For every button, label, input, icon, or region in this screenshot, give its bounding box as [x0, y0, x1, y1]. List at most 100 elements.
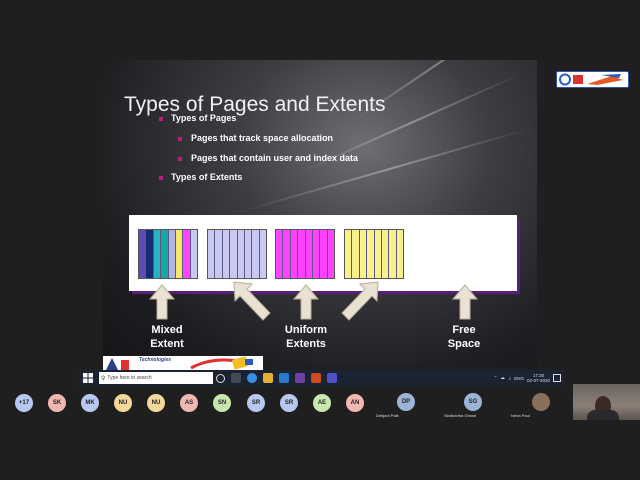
participant-avatar[interactable]: AN — [346, 394, 364, 412]
bullet-types-of-extents: Types of Extents — [171, 172, 243, 182]
participant-avatar[interactable]: MK — [81, 394, 99, 412]
participant-avatar-sg[interactable]: SG — [464, 393, 482, 411]
uniform-extent-block-magenta — [275, 229, 335, 279]
uniform-extent-block-lavender — [207, 229, 267, 279]
network-icon[interactable]: ☁ — [500, 375, 505, 381]
label-line: Uniform — [284, 324, 328, 336]
bullet-user-index-data: Pages that contain user and index data — [191, 153, 359, 163]
store-icon[interactable] — [279, 373, 289, 383]
diagonal-arrow-icon — [341, 281, 379, 321]
system-tray: ⌃ ☁ ♫ ENG 17:30 02-07-2020 — [494, 373, 564, 383]
participant-avatar[interactable]: SK — [48, 394, 66, 412]
extent-page — [139, 230, 147, 278]
company-logo — [556, 71, 629, 88]
extent-page — [276, 230, 284, 278]
taskbar-search-box[interactable]: ⚲ Type here to search — [99, 372, 213, 384]
extent-page — [146, 230, 154, 278]
up-arrow-icon — [149, 284, 175, 320]
extent-page — [175, 230, 184, 278]
extent-page — [168, 230, 176, 278]
up-arrow-icon — [293, 284, 319, 320]
windows-start-icon[interactable] — [83, 373, 93, 383]
powerpoint-icon[interactable] — [311, 373, 321, 383]
participant-avatar[interactable]: SR — [247, 394, 265, 412]
logo-banner-text: Technologies — [139, 357, 172, 363]
free-space-label: Free Space — [434, 323, 494, 351]
uniform-extent-block-yellow — [344, 229, 404, 279]
chevron-up-icon[interactable]: ⌃ — [494, 375, 498, 381]
task-view-icon[interactable] — [231, 373, 241, 383]
participant-avatar[interactable]: AE — [313, 394, 331, 412]
language-indicator[interactable]: ENG — [514, 376, 524, 381]
bullet-space-allocation: Pages that track space allocation — [191, 133, 334, 143]
company-logo-banner: Technologies — [103, 356, 263, 370]
extent-page — [222, 230, 231, 278]
extent-page — [283, 230, 291, 278]
bullet-marker — [159, 117, 163, 121]
label-line: Extents — [286, 338, 326, 350]
extent-page — [230, 230, 238, 278]
extent-page — [244, 230, 253, 278]
notification-icon[interactable] — [553, 374, 561, 382]
search-placeholder: Type here to search — [107, 375, 152, 381]
extent-page — [374, 230, 382, 278]
extent-page — [161, 230, 169, 278]
extent-page — [252, 230, 260, 278]
label-line: Free — [452, 324, 476, 336]
extent-page — [381, 230, 390, 278]
participant-video-feed[interactable] — [573, 384, 640, 420]
logo-banner-graphic-icon — [106, 356, 253, 370]
extent-page — [312, 230, 321, 278]
mixed-extent-label: Mixed Extent — [137, 323, 197, 351]
label-line: Extent — [150, 338, 184, 350]
file-explorer-icon[interactable] — [263, 373, 273, 383]
volume-icon[interactable]: ♫ — [508, 376, 511, 381]
up-arrow-icon — [452, 284, 478, 320]
extent-page — [190, 230, 197, 278]
participant-avatar[interactable]: SR — [280, 394, 298, 412]
extent-page — [320, 230, 328, 278]
bullet-marker — [178, 137, 182, 141]
extent-page — [259, 230, 266, 278]
participant-avatar[interactable]: NU — [114, 394, 132, 412]
bullet-marker — [178, 157, 182, 161]
extent-page — [389, 230, 397, 278]
extent-page — [183, 230, 191, 278]
bullet-types-of-pages: Types of Pages — [171, 113, 237, 123]
diagonal-arrow-icon — [233, 281, 271, 321]
presentation-slide: Types of Pages and Extents Types of Page… — [103, 60, 537, 367]
extent-page — [327, 230, 334, 278]
extent-page — [345, 230, 353, 278]
extent-page — [367, 230, 375, 278]
participant-name: Neha Paul — [511, 413, 530, 418]
bullet-marker — [159, 176, 163, 180]
edge-browser-icon[interactable] — [247, 373, 257, 383]
extent-page — [215, 230, 223, 278]
search-icon: ⚲ — [101, 375, 106, 382]
extent-page — [153, 230, 162, 278]
logo-graphic-icon — [559, 73, 623, 86]
participant-name: Siddhartha Ghosh — [444, 413, 477, 418]
slide-title: Types of Pages and Extents — [124, 93, 386, 116]
participant-avatar[interactable]: SN — [213, 394, 231, 412]
participant-avatar[interactable]: AS — [180, 394, 198, 412]
person-body-icon — [587, 410, 619, 420]
participant-avatar-photo[interactable] — [532, 393, 550, 411]
extent-page — [352, 230, 360, 278]
cortana-icon[interactable] — [216, 373, 225, 383]
extent-page — [237, 230, 245, 278]
participant-avatar-dp[interactable]: DP — [397, 393, 415, 411]
extent-page — [298, 230, 306, 278]
clock[interactable]: 17:30 02-07-2020 — [527, 373, 550, 383]
participant-name: Debjani Palit — [376, 413, 399, 418]
participant-avatar[interactable]: +17 — [15, 394, 33, 412]
extent-page — [305, 230, 313, 278]
teams-icon[interactable] — [327, 373, 337, 383]
extent-page — [290, 230, 299, 278]
visual-studio-icon[interactable] — [295, 373, 305, 383]
extent-page — [208, 230, 216, 278]
windows-taskbar: ⚲ Type here to search ⌃ ☁ ♫ ENG 17:30 02… — [79, 370, 564, 386]
extent-page — [359, 230, 368, 278]
extent-page — [396, 230, 403, 278]
participant-avatar[interactable]: NU — [147, 394, 165, 412]
